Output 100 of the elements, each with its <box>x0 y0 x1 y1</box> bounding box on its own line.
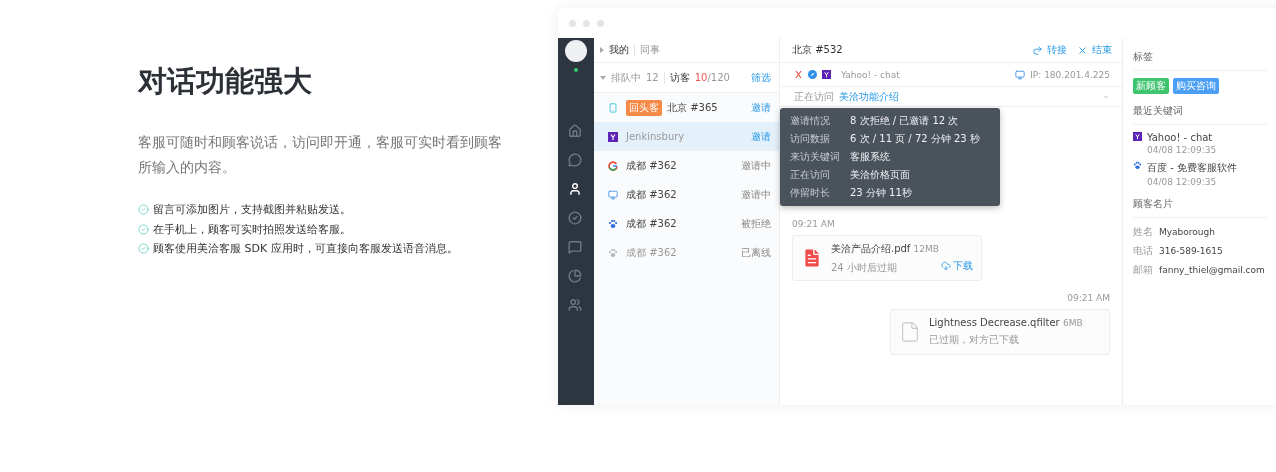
tags-heading: 标签 <box>1133 50 1268 71</box>
caret-icon[interactable] <box>600 75 606 80</box>
customer-tag: 购买咨询 <box>1173 78 1219 94</box>
check-icon <box>138 223 149 235</box>
visitors-label[interactable]: 访客 <box>669 70 690 85</box>
visitor-row[interactable]: 成都 #362 被拒绝 <box>594 209 779 238</box>
keywords-heading: 最近关键词 <box>1133 104 1268 125</box>
file-icon <box>899 321 921 343</box>
yahoo-logo-icon <box>1133 132 1142 141</box>
queue-label[interactable]: 排队中 <box>611 70 641 85</box>
check-icon <box>138 243 149 255</box>
paw-icon <box>1133 161 1142 170</box>
file-note: 24 小时后过期 <box>831 260 898 275</box>
team-icon[interactable] <box>568 298 584 314</box>
field-value: 316-589-1615 <box>1159 246 1224 256</box>
message-time: 09:21 AM <box>1067 293 1110 303</box>
visitors-count: 10 <box>694 72 708 83</box>
visitor-row[interactable]: 成都 #362 已离线 <box>594 238 779 267</box>
field-value: Myaborough <box>1159 227 1216 237</box>
visitor-row[interactable]: 成都 #362 邀请中 <box>594 151 779 180</box>
compass-icon <box>808 70 817 79</box>
home-icon[interactable] <box>568 124 584 140</box>
keyword-time: 04/08 12:09:35 <box>1147 145 1217 155</box>
google-logo-icon <box>608 160 618 171</box>
visitor-status: 邀请中 <box>741 158 771 173</box>
end-button[interactable]: 结束 <box>1077 43 1112 57</box>
window-dot[interactable] <box>583 19 590 27</box>
visiting-label: 正在访问 <box>794 89 834 104</box>
feature-text: 留言可添加图片，支持截图并粘贴发送。 <box>153 202 351 218</box>
transfer-button[interactable]: 转接 <box>1032 43 1067 57</box>
close-icon <box>1077 44 1088 56</box>
paw-icon <box>608 218 618 229</box>
visitor-row[interactable]: Jenkinsbury 邀请 <box>594 122 779 151</box>
visitor-name: 成都 #362 <box>626 245 677 260</box>
tooltip-value: 6 次 / 11 页 / 72 分钟 23 秒 <box>850 132 981 146</box>
check-icon[interactable] <box>568 211 584 227</box>
monitor-icon <box>1015 69 1026 80</box>
window-dot[interactable] <box>569 19 576 27</box>
file-name: 美洽产品介绍.pdf 12MB <box>831 241 939 256</box>
queue-count: 12 <box>646 72 659 83</box>
field-value: fanny_thiel@gmail.com <box>1159 265 1266 275</box>
tooltip-label: 邀请情况 <box>790 114 831 128</box>
tooltip-label: 访问数据 <box>790 132 831 146</box>
file-name: Lightness Decrease.qfilter 6MB <box>929 317 1083 328</box>
invite-link[interactable]: 邀请 <box>751 100 771 115</box>
cloud-download-icon <box>941 261 951 271</box>
tooltip-label: 停留时长 <box>790 186 831 200</box>
yahoo-logo-icon <box>608 131 618 142</box>
list-tab[interactable]: 同事 <box>640 43 660 57</box>
visitor-status: 已离线 <box>741 245 771 260</box>
tooltip-value: 客服系统 <box>850 150 891 164</box>
pie-icon[interactable] <box>568 269 584 285</box>
online-dot <box>574 68 578 72</box>
feedback-icon[interactable] <box>568 240 584 256</box>
tooltip-value: 8 次拒绝 / 已邀请 12 次 <box>850 114 960 128</box>
visitor-row[interactable]: 回头客 北京 #365 邀请 <box>594 93 779 122</box>
feature-text: 顾客使用美洽客服 SDK 应用时，可直接向客服发送语音消息。 <box>153 241 458 257</box>
field-label: 电话 <box>1133 244 1154 258</box>
section-title: 对话功能强大 <box>138 63 313 100</box>
card-heading: 顾客名片 <box>1133 197 1268 218</box>
visitor-status: 邀请中 <box>741 187 771 202</box>
list-tab[interactable]: 我的 <box>609 43 629 57</box>
field-label: 邮箱 <box>1133 263 1154 277</box>
window-dot[interactable] <box>597 19 604 27</box>
forward-arrow-icon <box>1032 44 1043 56</box>
yahoo-logo-icon <box>822 70 831 79</box>
customer-tag: 新顾客 <box>1133 78 1169 94</box>
visitor-name: 北京 #365 <box>667 100 718 115</box>
visitor-name: 成都 #362 <box>626 216 677 231</box>
feature-text: 在手机上，顾客可实时拍照发送给客服。 <box>153 221 351 237</box>
visitors-max: /120 <box>707 72 730 83</box>
caret-icon[interactable] <box>600 47 604 53</box>
tooltip-value: 23 分钟 11秒 <box>850 186 913 200</box>
tooltip-value: 美洽价格页面 <box>850 168 911 182</box>
chat-icon[interactable] <box>568 153 584 169</box>
description: 客服可随时和顾客说话，访问即开通，客服可实时看到顾客所输入的内容。 <box>138 133 503 177</box>
download-link[interactable]: 下载 <box>941 259 973 273</box>
visitor-name: 成都 #362 <box>626 158 677 173</box>
invite-link[interactable]: 邀请 <box>751 129 771 144</box>
returning-badge: 回头客 <box>626 99 662 116</box>
check-icon <box>138 204 149 216</box>
chat-title: 北京 #532 <box>792 43 843 57</box>
keyword-text: Yahoo! - chat <box>1147 132 1214 143</box>
keyword-text: 百度 - 免费客服软件 <box>1147 161 1237 175</box>
message-time: 09:21 AM <box>792 219 835 229</box>
filter-link[interactable]: 筛选 <box>751 70 771 85</box>
visitor-name: Jenkinsbury <box>626 131 685 142</box>
file-note: 已过期，对方已下载 <box>929 333 1020 347</box>
source-text: Yahoo! - chat <box>841 69 900 80</box>
ip-address: IP: 180.201.4.225 <box>1030 69 1110 80</box>
phone-icon <box>608 102 618 113</box>
keyword-time: 04/08 12:09:35 <box>1147 177 1218 187</box>
visiting-page-link[interactable]: 美洽功能介绍 <box>839 89 899 104</box>
avatar[interactable] <box>565 40 587 62</box>
tooltip-label: 正在访问 <box>790 168 831 182</box>
tooltip-label: 来访关键词 <box>790 150 841 164</box>
visitor-row[interactable]: 成都 #362 邀请中 <box>594 180 779 209</box>
visitor-name: 成都 #362 <box>626 187 677 202</box>
visitor-status: 被拒绝 <box>741 216 771 231</box>
paw-icon <box>608 247 618 258</box>
